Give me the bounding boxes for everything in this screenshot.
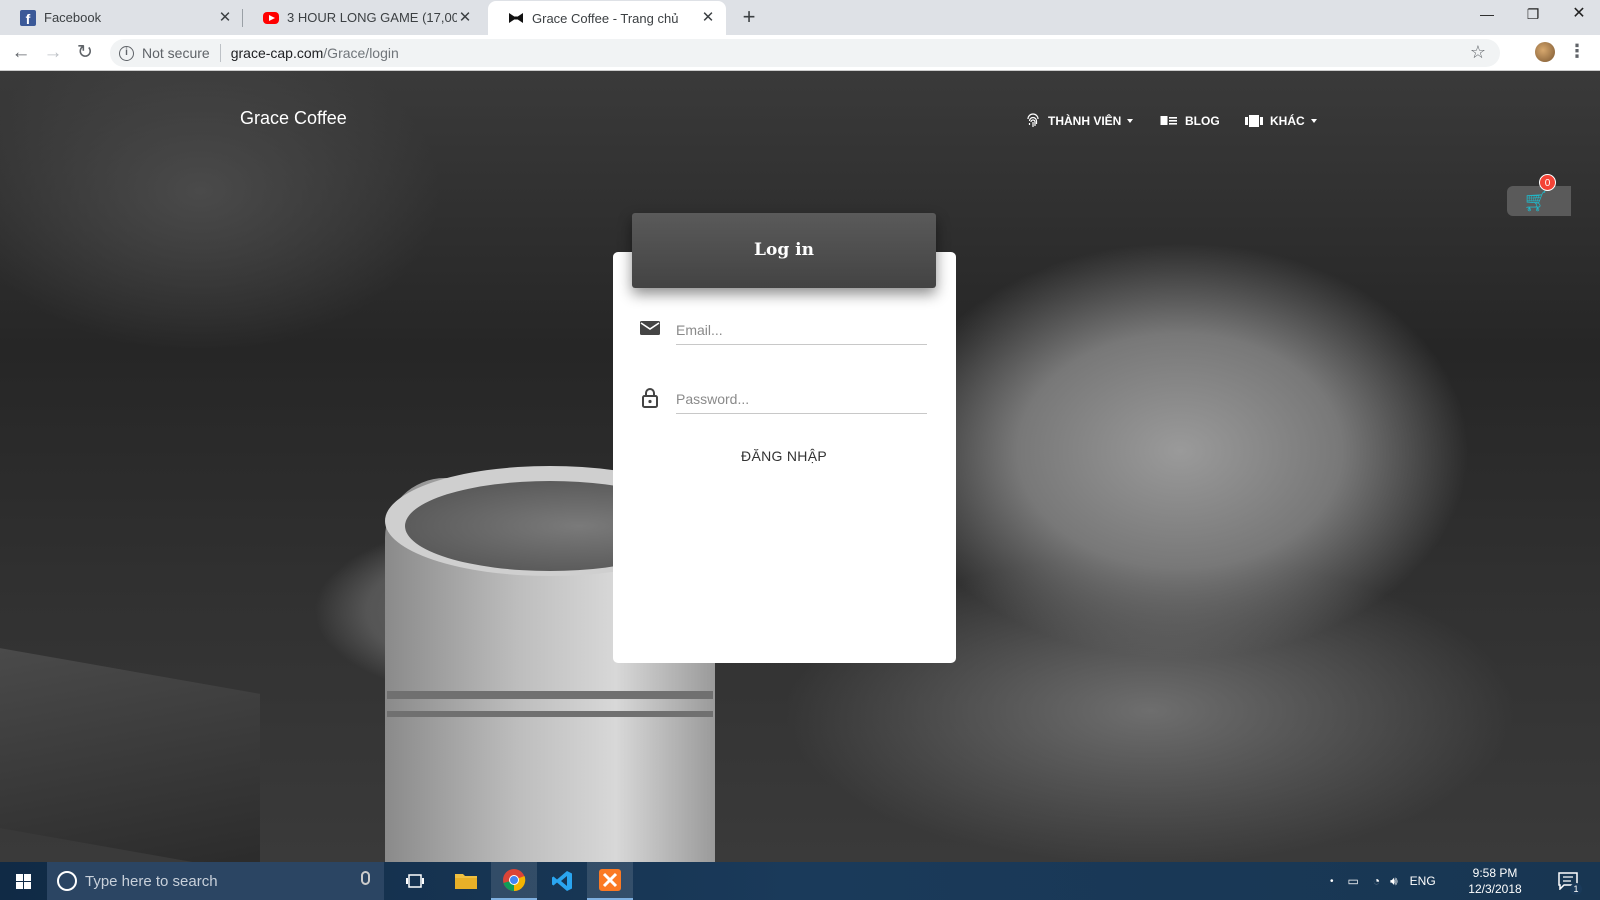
mail-icon bbox=[640, 321, 660, 335]
tab-title: 3 HOUR LONG GAME (17,000+ A bbox=[287, 10, 457, 25]
volume-icon[interactable]: 🔊︎ bbox=[1390, 874, 1398, 889]
profile-avatar[interactable] bbox=[1535, 42, 1555, 62]
notification-count: 1 bbox=[1570, 883, 1582, 895]
tab-grace-coffee[interactable]: Grace Coffee - Trang chủ ✕ bbox=[488, 1, 726, 35]
task-view-button[interactable] bbox=[392, 862, 438, 900]
security-label[interactable]: Not secure bbox=[142, 45, 210, 61]
shopping-cart-icon: 🛒︎ bbox=[1523, 191, 1549, 213]
address-bar[interactable]: i Not secure grace-cap.com/Grace/login ☆ bbox=[110, 39, 1500, 67]
nav-thanh-vien[interactable]: THÀNH VIÊN bbox=[1025, 111, 1134, 131]
site-brand[interactable]: Grace Coffee bbox=[240, 108, 347, 129]
email-input[interactable] bbox=[676, 315, 927, 345]
video-icon bbox=[1245, 115, 1263, 127]
background-cup-stripe bbox=[387, 691, 713, 699]
nav-label: BLOG bbox=[1185, 114, 1220, 128]
tray-overflow-icon[interactable]: • bbox=[1330, 876, 1334, 887]
minimize-button[interactable]: — bbox=[1464, 0, 1510, 30]
cart-button[interactable]: 🛒︎ 0 bbox=[1507, 174, 1571, 216]
windows-logo-icon bbox=[16, 874, 31, 889]
xampp-taskbar-button[interactable] bbox=[587, 862, 633, 900]
chrome-taskbar-button[interactable] bbox=[491, 862, 537, 900]
cart-count-badge: 0 bbox=[1539, 174, 1556, 191]
bowtie-icon bbox=[509, 13, 523, 23]
chevron-down-icon bbox=[1127, 119, 1134, 123]
page-background: Grace Coffee THÀNH VIÊN BLOG KHÁC 🛒︎ 0 L… bbox=[0, 71, 1600, 862]
browser-toolbar: ← → ↻ i Not secure grace-cap.com/Grace/l… bbox=[0, 35, 1600, 71]
clock-date: 12/3/2018 bbox=[1468, 882, 1522, 896]
youtube-icon bbox=[263, 11, 279, 24]
bookmark-star-icon[interactable]: ☆ bbox=[1470, 42, 1486, 63]
tab-youtube[interactable]: 3 HOUR LONG GAME (17,000+ A ✕ bbox=[243, 0, 483, 35]
background-keyboard bbox=[0, 648, 260, 862]
nav-blog[interactable]: BLOG bbox=[1160, 111, 1220, 131]
microphone-icon[interactable] bbox=[361, 871, 370, 885]
file-explorer-button[interactable] bbox=[443, 862, 489, 900]
close-window-button[interactable]: ✕ bbox=[1556, 0, 1600, 30]
search-placeholder: Type here to search bbox=[85, 872, 218, 890]
reload-button[interactable]: ↻ bbox=[73, 41, 97, 65]
task-view-icon bbox=[406, 874, 424, 888]
restore-button[interactable]: ❐ bbox=[1510, 0, 1556, 30]
email-field-row bbox=[637, 309, 927, 349]
url-host: grace-cap.com bbox=[230, 45, 324, 61]
nav-khac[interactable]: KHÁC bbox=[1245, 111, 1317, 131]
battery-icon[interactable]: ▭ bbox=[1348, 874, 1359, 888]
action-center-button[interactable]: 1 bbox=[1548, 862, 1588, 900]
language-indicator[interactable]: ENG bbox=[1410, 874, 1436, 888]
forward-button[interactable]: → bbox=[41, 41, 65, 65]
chrome-icon bbox=[503, 869, 526, 892]
password-input[interactable] bbox=[676, 384, 927, 414]
tab-title: Facebook bbox=[44, 10, 102, 25]
browser-tab-strip: f Facebook ✕ 3 HOUR LONG GAME (17,000+ A… bbox=[0, 0, 1600, 35]
windows-taskbar: Type here to search • ▭ ◔ 🔊︎ ENG 9:58 PM… bbox=[0, 862, 1600, 900]
lock-icon bbox=[642, 388, 658, 408]
back-button[interactable]: ← bbox=[9, 41, 33, 65]
nav-label: THÀNH VIÊN bbox=[1048, 114, 1122, 128]
login-title: Log in bbox=[632, 213, 936, 288]
wifi-icon[interactable]: ◔ bbox=[1373, 874, 1380, 888]
close-icon[interactable]: ✕ bbox=[457, 9, 473, 26]
clock-time: 9:58 PM bbox=[1472, 866, 1518, 880]
login-button[interactable]: ĐĂNG NHẬP bbox=[724, 443, 844, 469]
folder-icon bbox=[455, 874, 477, 889]
nav-label: KHÁC bbox=[1270, 114, 1305, 128]
fingerprint-icon bbox=[1027, 113, 1039, 127]
close-icon[interactable]: ✕ bbox=[217, 9, 233, 26]
cortana-icon bbox=[57, 871, 77, 891]
tab-facebook[interactable]: f Facebook ✕ bbox=[0, 0, 243, 35]
omnibox-divider bbox=[219, 44, 221, 62]
vscode-taskbar-button[interactable] bbox=[539, 862, 585, 900]
tab-title: Grace Coffee - Trang chủ bbox=[532, 10, 679, 26]
taskbar-search[interactable]: Type here to search bbox=[47, 862, 384, 900]
facebook-icon: f bbox=[20, 9, 36, 26]
browser-menu-icon[interactable]: ⋮ bbox=[1568, 41, 1586, 62]
system-tray: • ▭ ◔ 🔊︎ ENG bbox=[1330, 862, 1436, 900]
background-cup-stripe bbox=[387, 711, 713, 717]
url-path: /Grace/login bbox=[323, 45, 399, 61]
password-field-row bbox=[637, 378, 927, 418]
start-button[interactable] bbox=[0, 862, 47, 900]
taskbar-clock[interactable]: 9:58 PM 12/3/2018 bbox=[1460, 865, 1530, 897]
close-icon[interactable]: ✕ bbox=[700, 10, 716, 26]
vscode-icon bbox=[552, 871, 572, 891]
xampp-icon bbox=[599, 869, 621, 891]
blog-icon bbox=[1160, 116, 1177, 125]
new-tab-button[interactable]: + bbox=[738, 6, 760, 28]
info-icon[interactable]: i bbox=[119, 45, 134, 61]
chevron-down-icon bbox=[1310, 119, 1317, 123]
